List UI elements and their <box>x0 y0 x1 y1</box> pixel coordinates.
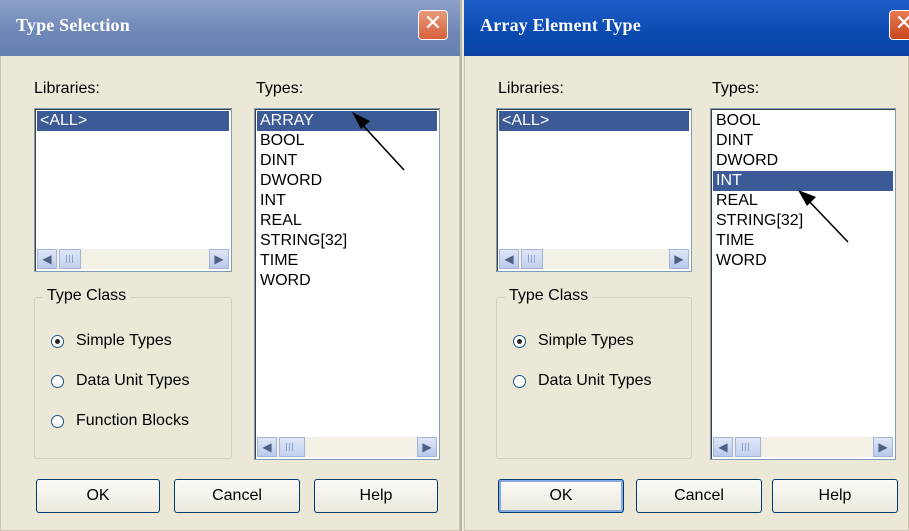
radio-unchecked-icon[interactable] <box>51 374 64 388</box>
list-item[interactable]: STRING[32] <box>257 231 437 251</box>
help-button[interactable]: Help <box>772 479 898 513</box>
ok-button[interactable]: OK <box>36 479 160 513</box>
list-item[interactable]: DWORD <box>257 171 437 191</box>
list-item[interactable]: WORD <box>713 251 893 271</box>
libraries-listbox[interactable]: <ALL> ◀ ▶ <box>496 108 692 272</box>
scroll-thumb[interactable] <box>59 249 81 269</box>
radio-unchecked-icon[interactable] <box>513 374 526 388</box>
list-item[interactable]: WORD <box>257 271 437 291</box>
list-item[interactable]: DINT <box>713 131 893 151</box>
list-item[interactable]: <ALL> <box>499 111 689 131</box>
type-selection-dialog: Type Selection ✕ Libraries: <ALL> ◀ ▶ Ty… <box>0 0 462 531</box>
radio-simple-types[interactable]: Simple Types <box>51 332 172 350</box>
scroll-right-icon[interactable]: ▶ <box>417 437 437 457</box>
types-list: ARRAY BOOL DINT DWORD INT REAL STRING[32… <box>257 111 437 291</box>
horizontal-scrollbar[interactable]: ◀ ▶ <box>713 437 893 457</box>
scroll-left-icon[interactable]: ◀ <box>37 249 57 269</box>
close-icon[interactable]: ✕ <box>889 10 909 40</box>
dialog-title: Type Selection <box>16 15 130 35</box>
ok-button[interactable]: OK <box>498 479 624 513</box>
list-item[interactable]: TIME <box>257 251 437 271</box>
annotation-arrow-icon <box>798 190 849 243</box>
radio-function-blocks[interactable]: Function Blocks <box>51 412 189 430</box>
scroll-right-icon[interactable]: ▶ <box>669 249 689 269</box>
radio-data-unit-types[interactable]: Data Unit Types <box>51 372 190 390</box>
scroll-thumb[interactable] <box>521 249 543 269</box>
scroll-left-icon[interactable]: ◀ <box>257 437 277 457</box>
scroll-left-icon[interactable]: ◀ <box>499 249 519 269</box>
type-class-group: Type Class Simple Types Data Unit Types … <box>34 287 232 459</box>
help-button[interactable]: Help <box>314 479 438 513</box>
libraries-label: Libraries: <box>498 80 564 97</box>
cancel-button[interactable]: Cancel <box>636 479 762 513</box>
scroll-right-icon[interactable]: ▶ <box>873 437 893 457</box>
radio-label: Simple Types <box>538 332 634 349</box>
type-class-label: Type Class <box>43 287 131 305</box>
radio-data-unit-types[interactable]: Data Unit Types <box>513 372 652 390</box>
libraries-list: <ALL> <box>499 111 689 131</box>
radio-label: Data Unit Types <box>76 372 190 389</box>
scroll-right-icon[interactable]: ▶ <box>209 249 229 269</box>
annotation-arrow-icon <box>352 112 405 171</box>
horizontal-scrollbar[interactable]: ◀ ▶ <box>499 249 689 269</box>
scroll-thumb[interactable] <box>279 437 305 457</box>
list-item[interactable]: ARRAY <box>257 111 437 131</box>
libraries-listbox[interactable]: <ALL> ◀ ▶ <box>34 108 232 272</box>
list-item[interactable]: DINT <box>257 151 437 171</box>
libraries-label: Libraries: <box>34 80 100 97</box>
list-item[interactable]: BOOL <box>713 111 893 131</box>
radio-simple-types[interactable]: Simple Types <box>513 332 634 350</box>
radio-label: Data Unit Types <box>538 372 652 389</box>
radio-label: Function Blocks <box>76 412 189 429</box>
radio-checked-icon[interactable] <box>513 334 526 348</box>
scroll-left-icon[interactable]: ◀ <box>713 437 733 457</box>
horizontal-scrollbar[interactable]: ◀ ▶ <box>37 249 229 269</box>
radio-label: Simple Types <box>76 332 172 349</box>
types-label: Types: <box>712 80 760 97</box>
title-bar[interactable]: Array Element Type ✕ <box>464 0 909 56</box>
libraries-list: <ALL> <box>37 111 229 131</box>
horizontal-scrollbar[interactable]: ◀ ▶ <box>257 437 437 457</box>
scroll-thumb[interactable] <box>735 437 761 457</box>
types-listbox[interactable]: BOOL DINT DWORD INT REAL STRING[32] TIME… <box>710 108 896 460</box>
list-item[interactable]: DWORD <box>713 151 893 171</box>
title-bar[interactable]: Type Selection ✕ <box>0 0 460 56</box>
list-item[interactable]: REAL <box>257 211 437 231</box>
type-class-group: Type Class Simple Types Data Unit Types <box>496 287 692 459</box>
list-item[interactable]: <ALL> <box>37 111 229 131</box>
cancel-button[interactable]: Cancel <box>174 479 300 513</box>
list-item[interactable]: BOOL <box>257 131 437 151</box>
dialog-title: Array Element Type <box>480 15 641 35</box>
types-label: Types: <box>256 80 304 97</box>
type-class-label: Type Class <box>505 287 593 305</box>
radio-unchecked-icon[interactable] <box>51 414 64 428</box>
array-element-type-dialog: Array Element Type ✕ Libraries: <ALL> ◀ … <box>464 0 909 531</box>
radio-checked-icon[interactable] <box>51 334 64 348</box>
list-item[interactable]: INT <box>257 191 437 211</box>
types-listbox[interactable]: ARRAY BOOL DINT DWORD INT REAL STRING[32… <box>254 108 440 460</box>
close-icon[interactable]: ✕ <box>418 10 448 40</box>
